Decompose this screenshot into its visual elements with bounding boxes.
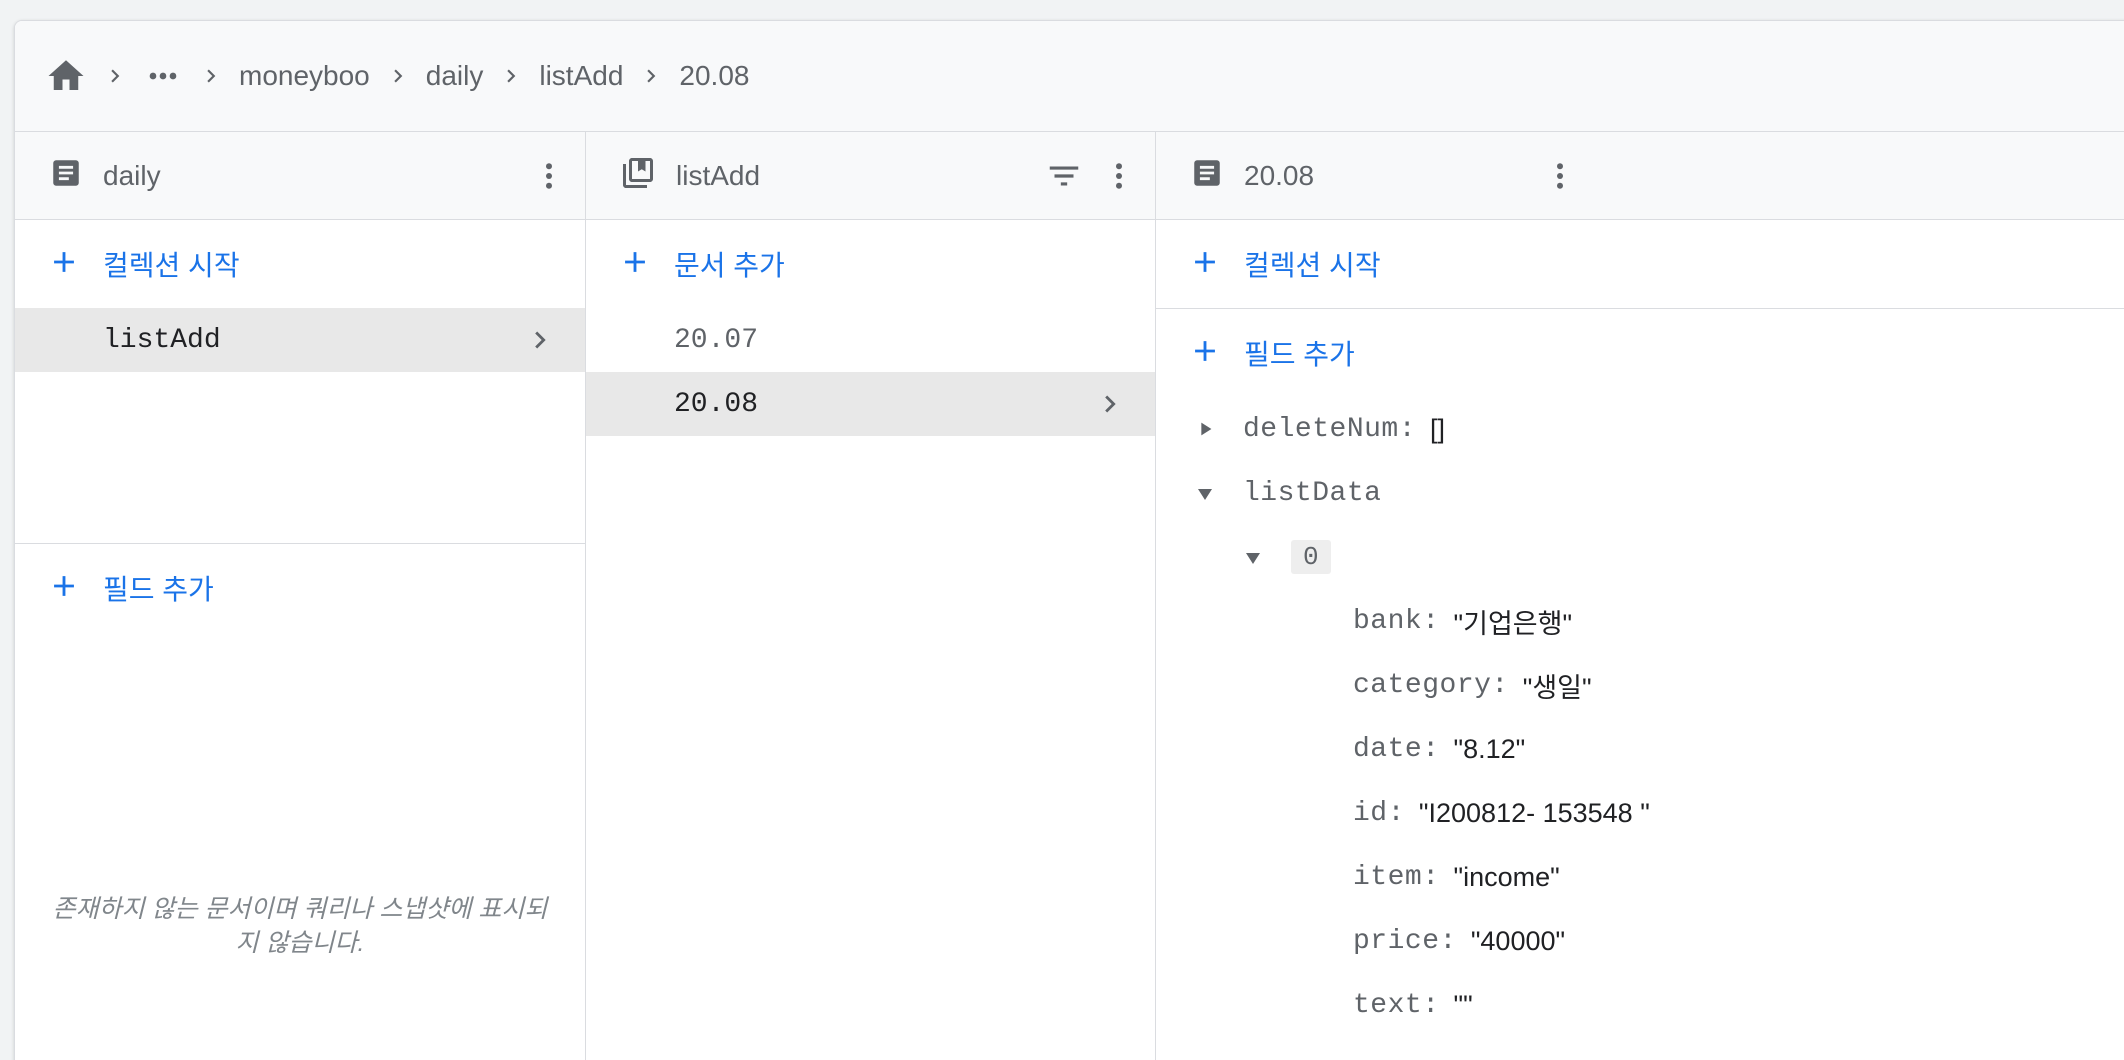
- chevron-right-icon: [87, 63, 143, 89]
- document-label: 20.07: [674, 324, 759, 356]
- panel-title: 20.08: [1244, 159, 1315, 191]
- collection-item-listadd[interactable]: listAdd: [15, 308, 585, 372]
- field-bank[interactable]: bank: "기업은행": [1156, 589, 2124, 653]
- plus-icon: [47, 245, 81, 284]
- start-collection-button[interactable]: 컬렉션 시작: [1156, 220, 2124, 308]
- more-vert-icon[interactable]: [1542, 158, 1578, 194]
- chevron-right-icon: [1093, 372, 1127, 436]
- more-vert-icon[interactable]: [1101, 158, 1137, 194]
- breadcrumb-daily[interactable]: daily: [426, 60, 484, 92]
- document-item-20-08[interactable]: 20.08: [586, 372, 1155, 436]
- field-item[interactable]: item: "income": [1156, 845, 2124, 909]
- field-value: "I200812- 153548 ": [1418, 797, 1650, 828]
- array-index: 0: [1291, 540, 1331, 574]
- field-key: date:: [1353, 733, 1440, 765]
- document-icon: [1190, 156, 1224, 195]
- chevron-right-icon: [523, 308, 557, 372]
- panel-title: listAdd: [676, 159, 761, 191]
- home-icon[interactable]: [45, 55, 87, 97]
- field-value: "income": [1453, 861, 1560, 892]
- plus-icon: [47, 569, 81, 608]
- field-value: "기업은행": [1453, 608, 1573, 639]
- add-field-button[interactable]: 필드 추가: [1156, 309, 2124, 397]
- panel-header: 20.08: [1156, 132, 2124, 220]
- add-field-label: 필드 추가: [103, 574, 214, 605]
- field-value: "40000": [1470, 925, 1566, 956]
- missing-document-note: 존재하지 않는 문서이며 쿼리나 스냅샷에 표시되지 않습니다.: [52, 895, 548, 957]
- breadcrumb: moneyboo daily listAdd 20.08: [15, 21, 2124, 132]
- panel-header: daily: [15, 132, 585, 220]
- plus-icon: [1188, 334, 1222, 373]
- field-value: "생일": [1522, 672, 1592, 703]
- chevron-right-icon: [370, 63, 426, 89]
- breadcrumb-moneyboo[interactable]: moneyboo: [239, 60, 370, 92]
- add-field-label: 필드 추가: [1244, 339, 1355, 370]
- add-document-button[interactable]: 문서 추가: [586, 220, 1155, 308]
- add-field-button[interactable]: 필드 추가: [15, 544, 585, 632]
- field-deletenum[interactable]: deleteNum: []: [1156, 397, 2124, 461]
- panel-20-08-document: 20.08 컬렉션 시작 필드 추가 deleteNum: [] listDat…: [1156, 132, 2124, 1060]
- array-item-0[interactable]: 0: [1156, 525, 2124, 589]
- plus-icon: [1188, 245, 1222, 284]
- expand-arrow-icon[interactable]: [1190, 397, 1220, 461]
- start-collection-label: 컬렉션 시작: [103, 250, 240, 281]
- more-horiz-icon[interactable]: [143, 56, 183, 96]
- collection-label: listAdd: [103, 324, 221, 356]
- document-label: 20.08: [674, 388, 759, 420]
- more-vert-icon[interactable]: [531, 158, 567, 194]
- field-key: id:: [1353, 797, 1405, 829]
- breadcrumb-listadd[interactable]: listAdd: [539, 60, 623, 92]
- filter-icon[interactable]: [1045, 157, 1083, 195]
- chevron-right-icon: [183, 63, 239, 89]
- field-price[interactable]: price: "40000": [1156, 909, 2124, 973]
- collapse-arrow-icon[interactable]: [1238, 525, 1268, 589]
- firestore-data-viewer: moneyboo daily listAdd 20.08 daily 컬렉션 시…: [14, 20, 2124, 1060]
- field-key: price:: [1353, 925, 1457, 957]
- field-key: category:: [1353, 669, 1509, 701]
- field-key: bank:: [1353, 605, 1440, 637]
- panel-header: listAdd: [586, 132, 1155, 220]
- panel-listadd-collection: listAdd 문서 추가 20.07 20.08: [586, 132, 1156, 1060]
- add-document-label: 문서 추가: [674, 250, 785, 281]
- panel-daily-document: daily 컬렉션 시작 listAdd 필드 추가 존재하지 않는 문서이며 …: [15, 132, 586, 1060]
- field-key: listData: [1243, 477, 1382, 509]
- field-text[interactable]: text: "": [1156, 973, 2124, 1037]
- collapse-arrow-icon[interactable]: [1190, 461, 1220, 525]
- chevron-right-icon: [623, 63, 679, 89]
- field-value: "8.12": [1453, 733, 1526, 764]
- field-category[interactable]: category: "생일": [1156, 653, 2124, 717]
- document-item-20-07[interactable]: 20.07: [586, 308, 1155, 372]
- document-icon: [49, 156, 83, 195]
- chevron-right-icon: [483, 63, 539, 89]
- start-collection-label: 컬렉션 시작: [1244, 250, 1381, 281]
- field-key: deleteNum:: [1243, 413, 1417, 445]
- field-listdata[interactable]: listData: [1156, 461, 2124, 525]
- breadcrumb-20-08[interactable]: 20.08: [679, 60, 749, 92]
- plus-icon: [618, 245, 652, 284]
- field-date[interactable]: date: "8.12": [1156, 717, 2124, 781]
- field-value: "": [1453, 989, 1473, 1020]
- start-collection-button[interactable]: 컬렉션 시작: [15, 220, 585, 308]
- panel-title: daily: [103, 159, 161, 191]
- field-key: text:: [1353, 989, 1440, 1021]
- field-key: item:: [1353, 861, 1440, 893]
- collection-icon: [620, 155, 656, 196]
- field-id[interactable]: id: "I200812- 153548 ": [1156, 781, 2124, 845]
- field-value: []: [1430, 413, 1446, 444]
